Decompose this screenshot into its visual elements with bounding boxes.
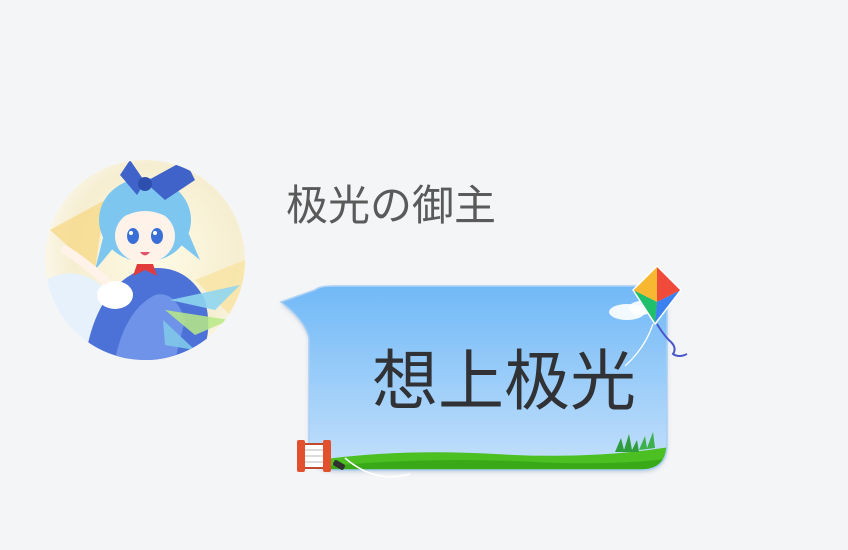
sender-name: 极光の御主: [286, 181, 497, 230]
avatar[interactable]: [45, 160, 245, 360]
kite-icon: [624, 264, 688, 367]
anime-character-icon: [45, 160, 245, 360]
string-spool-icon: [297, 440, 345, 472]
message-bubble[interactable]: 想上极光: [275, 262, 715, 492]
